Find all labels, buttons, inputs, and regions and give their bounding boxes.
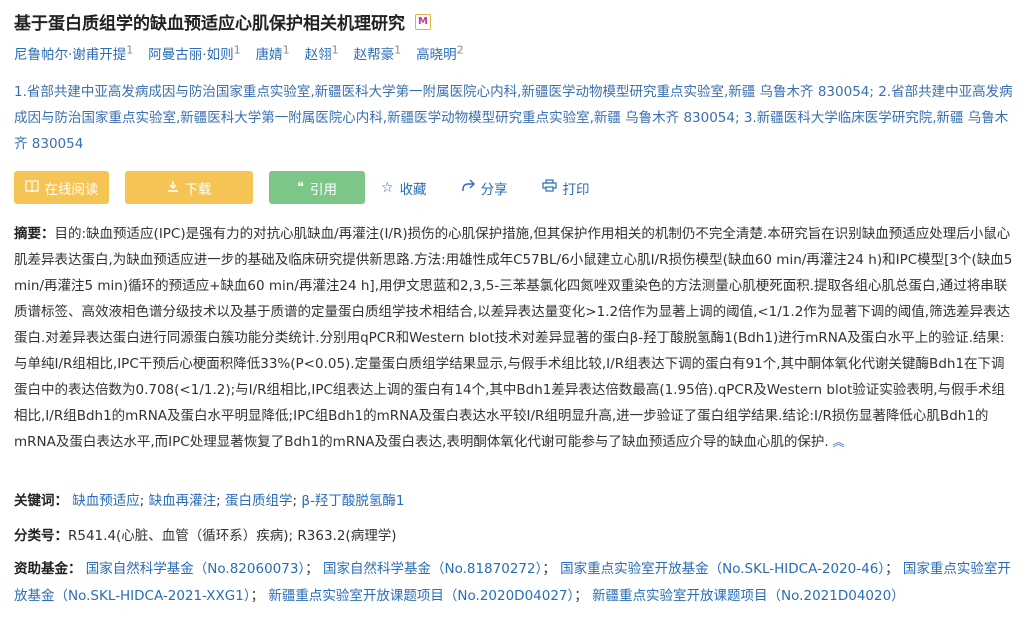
keyword-link[interactable]: β-羟丁酸脱氢酶1 xyxy=(301,493,404,509)
fund-item[interactable]: 国家重点实验室开放基金（No.SKL-HIDCA-2020-46） xyxy=(560,561,885,577)
collapse-icon[interactable]: ︽ xyxy=(829,435,844,449)
metadata-icon[interactable]: M xyxy=(415,13,431,30)
download-icon xyxy=(167,180,179,196)
download-button[interactable]: 下载 xyxy=(125,171,253,204)
classification-label: 分类号： xyxy=(14,528,68,544)
author-list: 尼鲁帕尔·谢甫开提1 阿曼古丽·如则1 唐婧1 赵翎1 赵帮豪1 高晓明2 xyxy=(14,43,479,64)
read-online-button[interactable]: 在线阅读 xyxy=(14,171,109,204)
author-link[interactable]: 尼鲁帕尔·谢甫开提1 xyxy=(14,43,133,64)
keyword-link[interactable]: 缺血预适应 xyxy=(72,493,140,509)
book-icon xyxy=(24,179,39,196)
star-icon: ☆ xyxy=(381,179,394,196)
keywords: 关键词： 缺血预适应; 缺血再灌注; 蛋白质组学; β-羟丁酸脱氢酶1 xyxy=(14,493,405,509)
author-link[interactable]: 唐婧1 xyxy=(256,43,290,64)
action-bar: 在线阅读 下载 ❝ 引用 ☆ 收藏 分享 打印 xyxy=(14,171,624,204)
share-button[interactable]: 分享 xyxy=(461,178,508,198)
author-link[interactable]: 赵帮豪1 xyxy=(354,43,402,64)
fund-item[interactable]: 国家自然科学基金（No.82060073） xyxy=(86,561,305,577)
fund-item[interactable]: 国家自然科学基金（No.81870272） xyxy=(323,561,542,577)
page-title: 基于蛋白质组学的缺血预适应心肌保护相关机理研究 xyxy=(14,14,405,34)
fund-item[interactable]: 新疆重点实验室开放课题项目（No.2021D04020） xyxy=(592,588,905,604)
quote-icon: ❝ xyxy=(297,180,304,195)
print-button[interactable]: 打印 xyxy=(541,178,590,198)
classification-value: R541.4(心脏、血管（循环系）疾病); R363.2(病理学) xyxy=(68,528,397,544)
keyword-link[interactable]: 蛋白质组学 xyxy=(225,493,293,509)
abstract: 摘要：目的:缺血预适应(IPC)是强有力的对抗心肌缺血/再灌注(I/R)损伤的心… xyxy=(14,221,1014,455)
abstract-text: 目的:缺血预适应(IPC)是强有力的对抗心肌缺血/再灌注(I/R)损伤的心肌保护… xyxy=(14,226,1013,450)
title-row: 基于蛋白质组学的缺血预适应心肌保护相关机理研究 M xyxy=(14,9,431,34)
article-page: 基于蛋白质组学的缺血预适应心肌保护相关机理研究 M 尼鲁帕尔·谢甫开提1 阿曼古… xyxy=(0,0,1024,633)
funding-label: 资助基金： xyxy=(14,561,82,577)
author-link[interactable]: 高晓明2 xyxy=(416,43,464,64)
keyword-link[interactable]: 缺血再灌注 xyxy=(149,493,217,509)
fund-item[interactable]: 新疆重点实验室开放课题项目（No.2020D04027） xyxy=(268,588,574,604)
classification: 分类号：R541.4(心脏、血管（循环系）疾病); R363.2(病理学) xyxy=(14,524,396,544)
abstract-label: 摘要： xyxy=(14,226,55,242)
funding: 资助基金： 国家自然科学基金（No.82060073）； 国家自然科学基金（No… xyxy=(14,561,1011,604)
favorite-button[interactable]: ☆ 收藏 xyxy=(381,178,427,198)
affiliations[interactable]: 1.省部共建中亚高发病成因与防治国家重点实验室,新疆医科大学第一附属医院心内科,… xyxy=(14,79,1014,157)
author-link[interactable]: 阿曼古丽·如则1 xyxy=(148,43,240,64)
share-icon xyxy=(461,179,475,196)
author-link[interactable]: 赵翎1 xyxy=(305,43,339,64)
keywords-label: 关键词： xyxy=(14,493,68,509)
cite-button[interactable]: ❝ 引用 xyxy=(269,171,365,204)
printer-icon xyxy=(541,179,557,196)
